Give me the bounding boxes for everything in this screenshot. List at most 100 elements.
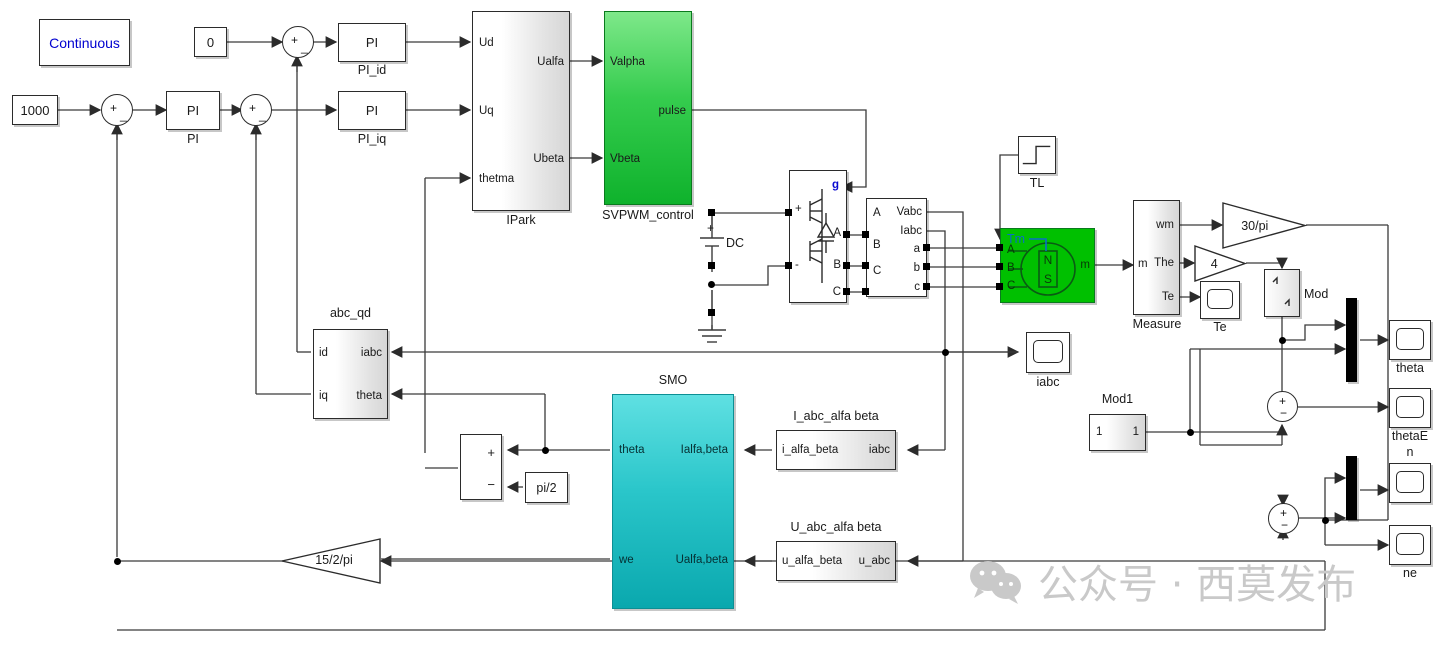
scope-thetaE-label: thetaE (1391, 429, 1429, 443)
motor-a-terminal (996, 244, 1003, 251)
sum-minus-sign: − (1281, 518, 1289, 532)
motor-phase-a-port: A (1007, 244, 1015, 256)
sum-minus-sign: _ (259, 108, 266, 122)
mux-speed[interactable] (1346, 456, 1357, 520)
uclarke-output-port: u_abc (858, 555, 890, 567)
inverter-gate-port: g (832, 179, 840, 191)
scope-screen (1396, 471, 1424, 493)
scope-theta[interactable] (1389, 320, 1431, 360)
abc-to-dq-transform-block[interactable]: id iq iabc theta (313, 329, 388, 419)
inverter-a-terminal (843, 231, 850, 238)
theta-offset-sum[interactable]: + − (460, 434, 502, 500)
mod1-output-port: 1 (1132, 426, 1139, 438)
ipark-transform-block[interactable]: Ud Uq thetma Ualfa Ubeta (472, 11, 570, 211)
mod1-block[interactable]: 1 1 (1089, 414, 1146, 451)
rad-to-rpm-gain-value: 30/pi (1241, 218, 1269, 233)
watermark: 公众号 · 西莫发布 (968, 552, 1356, 610)
mod-block[interactable] (1264, 269, 1300, 317)
vi-input-b: B (873, 239, 881, 251)
mod1-label: Mod1 (1101, 392, 1134, 406)
measure-label: Measure (1132, 317, 1182, 331)
mux-theta[interactable] (1346, 298, 1357, 382)
igbt-inverter-bridge[interactable]: g + - A B C (789, 170, 847, 303)
ground-block[interactable] (694, 325, 730, 347)
current-clarke-transform-block[interactable]: i_alfa_beta iabc (776, 430, 896, 470)
three-phase-vi-measurement[interactable]: A B C Vabc Iabc a b c (866, 198, 927, 297)
scope-ne[interactable] (1389, 525, 1431, 565)
inverter-output-a: A (833, 227, 841, 239)
iq-pi-label: PI_iq (357, 132, 387, 146)
inverter-input-minus: - (795, 259, 799, 271)
svg-text:S: S (1044, 272, 1052, 286)
scope-iabc[interactable] (1026, 332, 1070, 373)
inverter-minus-terminal (785, 262, 792, 269)
svg-text:N: N (1044, 253, 1053, 267)
svpwm-output-pulse: pulse (658, 105, 687, 117)
abc-qd-label: abc_qd (329, 306, 371, 320)
id-reference-constant[interactable]: 0 (194, 27, 227, 57)
dc-junction-node (708, 281, 715, 288)
voltage-clarke-transform-block[interactable]: u_alfa_beta u_abc (776, 541, 896, 581)
scope-te[interactable] (1200, 281, 1240, 319)
solver-config-block[interactable]: Continuous (39, 19, 130, 66)
abcqd-input-id: id (319, 347, 328, 359)
inverter-plus-terminal (785, 209, 792, 216)
motor-b-terminal (996, 263, 1003, 270)
speed-reference-constant[interactable]: 1000 (12, 95, 58, 125)
scope-n-label: n (1406, 445, 1414, 459)
id-reference-value: 0 (206, 34, 215, 50)
inverter-output-b: B (833, 259, 841, 271)
speed-error-sum[interactable]: + _ (101, 94, 133, 126)
scope-theta-label: theta (1396, 361, 1424, 375)
vi-output-b: b (913, 262, 920, 274)
iclarke-output-port: iabc (868, 444, 890, 456)
svpwm-input-valpha: Valpha (610, 56, 645, 68)
smo-label: SMO (658, 373, 688, 387)
svpwm-label: SVPWM_control (602, 208, 694, 222)
dc-voltage-source[interactable]: + (690, 200, 750, 335)
dc-source-label: DC (726, 236, 745, 250)
iq-error-sum[interactable]: + _ (240, 94, 272, 126)
speed-pi-text: PI (186, 103, 200, 118)
wire-node-speed-feedback (114, 558, 121, 565)
load-torque-step-block[interactable] (1018, 136, 1056, 174)
vi-output-vabc: Vabc (896, 206, 922, 218)
wechat-logo-icon (970, 561, 1021, 604)
vi-input-c: C (873, 265, 882, 277)
id-pi-controller[interactable]: PI (338, 23, 406, 62)
svpwm-input-vbeta: Vbeta (610, 153, 641, 165)
vi-c-in-terminal (862, 288, 869, 295)
scope-screen (1033, 340, 1063, 363)
pi-half-constant[interactable]: pi/2 (525, 472, 568, 503)
smo-input-theta: theta (619, 444, 645, 456)
scope-n[interactable] (1389, 463, 1431, 503)
inverter-c-terminal (843, 288, 850, 295)
ipark-input-ud: Ud (479, 37, 494, 49)
smo-observer-block[interactable]: theta we Ialfa,beta Ualfa,beta (612, 394, 734, 609)
smo-output-ualfabeta: Ualfa,beta (675, 554, 728, 566)
ipark-input-theta: thetma (479, 173, 515, 185)
ipark-label: IPark (506, 213, 536, 227)
pole-pairs-gain[interactable]: 4 (1194, 245, 1248, 282)
sum-minus-sign: − (487, 477, 495, 492)
simulink-canvas: Continuous 1000 0 + _ + _ + _ PI PI PI P… (0, 0, 1440, 645)
measure-demux-block[interactable]: m wm The Te (1133, 200, 1180, 315)
smo-output-ialfabeta: Ialfa,beta (680, 444, 728, 456)
speed-error-sum-2[interactable]: + − (1268, 503, 1299, 534)
iq-pi-controller[interactable]: PI (338, 91, 406, 130)
abcqd-output-theta: theta (356, 390, 382, 402)
abcqd-input-iq: iq (319, 390, 328, 402)
measure-output-the: The (1154, 257, 1174, 269)
svpwm-control-block[interactable]: Valpha Vbeta pulse (604, 11, 692, 205)
pmsm-motor-block[interactable]: N S Tm A B C m (1000, 228, 1095, 303)
id-error-sum[interactable]: + _ (282, 26, 314, 58)
speed-pi-controller[interactable]: PI (166, 91, 220, 130)
scope-thetaE[interactable] (1389, 388, 1431, 428)
sum-plus-sign: + (487, 445, 495, 460)
theta-error-sum[interactable]: + − (1267, 391, 1298, 422)
scope-te-label: Te (1213, 320, 1227, 334)
vi-b-in-terminal (862, 262, 869, 269)
rad-to-rpm-gain[interactable]: 30/pi (1222, 202, 1308, 249)
vi-a-out-terminal (923, 244, 930, 251)
iq-pi-text: PI (365, 103, 379, 118)
